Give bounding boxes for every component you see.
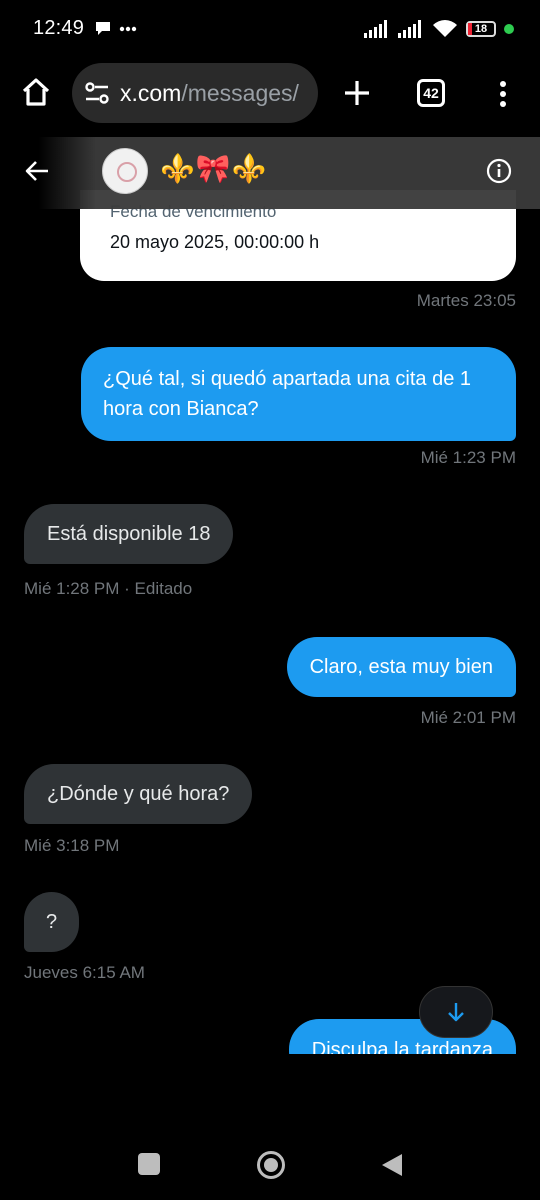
plus-icon	[345, 81, 369, 105]
recents-button[interactable]	[138, 1153, 160, 1175]
message-timestamp: Mié 3:18 PM	[24, 836, 120, 855]
conversation-name[interactable]: ⚜️🎀⚜️	[160, 152, 268, 185]
card-value: 20 mayo 2025, 00:00:00 h	[110, 232, 320, 252]
received-message[interactable]: ?	[24, 892, 80, 952]
received-message[interactable]: Está disponible 18	[24, 504, 234, 564]
sent-message[interactable]: Claro, esta muy bien	[286, 637, 516, 697]
message-text: Está disponible 18	[47, 523, 211, 545]
chat-notification-icon	[96, 22, 137, 35]
message-text: ¿Dónde y qué hora?	[47, 783, 230, 805]
back-button[interactable]	[24, 158, 50, 189]
home-icon	[22, 78, 50, 106]
battery-icon: 18	[466, 21, 496, 37]
message-text: Claro, esta muy bien	[309, 656, 493, 678]
notification-icons	[94, 19, 138, 44]
site-settings-icon[interactable]	[84, 80, 110, 106]
status-right: 18	[364, 19, 514, 39]
signal-icon-2	[398, 20, 421, 38]
signal-icon	[364, 20, 387, 38]
message-text: ¿Qué tal, si quedó apartada una cita de …	[103, 368, 472, 420]
address-bar[interactable]: x.com/messages/	[72, 63, 318, 123]
browser-menu-button[interactable]	[492, 80, 514, 113]
back-arrow-icon	[25, 161, 48, 181]
avatar[interactable]	[102, 148, 148, 194]
message-timestamp: Jueves 6:15 AM	[24, 963, 145, 982]
triangle-back-icon	[382, 1154, 402, 1176]
system-nav-bar	[0, 1120, 540, 1200]
message-timestamp: Martes 23:05	[416, 291, 516, 310]
status-bar: 12:49 18	[0, 0, 540, 58]
home-button[interactable]	[20, 76, 52, 113]
message-text: ?	[46, 911, 58, 933]
wifi-icon	[433, 20, 457, 37]
url-host: x.com	[120, 79, 182, 106]
arrow-down-icon	[448, 1003, 464, 1022]
scroll-to-bottom-button[interactable]	[419, 986, 493, 1038]
back-nav-button[interactable]	[380, 1152, 404, 1183]
url-text[interactable]: x.com/messages/	[120, 80, 299, 107]
message-text: Disculpa la tardanza	[311, 1039, 493, 1054]
more-vert-icon	[500, 81, 506, 107]
tab-switcher-button[interactable]: 42	[417, 79, 445, 107]
conversation-info-button[interactable]	[486, 158, 512, 189]
message-timestamp: Mié 1:23 PM	[420, 448, 516, 467]
sent-message[interactable]: ¿Qué tal, si quedó apartada una cita de …	[81, 347, 516, 441]
message-timestamp: Mié 1:28 PM · Editado	[24, 579, 193, 598]
url-path: /messages/	[181, 79, 299, 106]
message-timestamp: Mié 2:01 PM	[420, 708, 516, 727]
status-time: 12:49	[33, 17, 85, 39]
received-message[interactable]: ¿Dónde y qué hora?	[24, 764, 253, 824]
privacy-indicator	[504, 24, 514, 34]
new-tab-button[interactable]	[342, 78, 372, 113]
home-nav-button[interactable]	[256, 1150, 286, 1185]
tab-count: 42	[423, 85, 439, 101]
circle-home-icon	[257, 1151, 285, 1179]
battery-level: 18	[474, 23, 488, 35]
info-icon	[486, 158, 512, 184]
